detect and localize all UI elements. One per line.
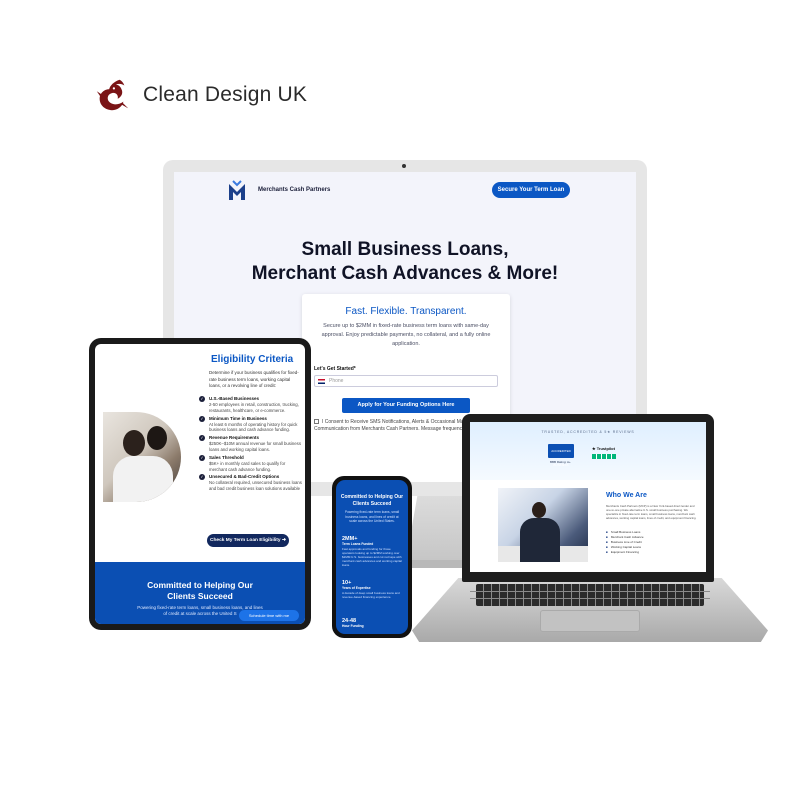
list-item: Equipment Financing bbox=[606, 550, 644, 555]
commitment-title-line-1: Committed to Helping Our bbox=[147, 580, 253, 590]
who-we-are-title: Who We Are bbox=[606, 492, 647, 499]
mcp-logo-icon bbox=[229, 180, 245, 200]
criteria-detail: $5K+ in monthly card sales to qualify fo… bbox=[209, 460, 286, 472]
criteria-detail: $250K–$10M annual revenue for small busi… bbox=[209, 441, 301, 452]
hero-headline: Small Business Loans, Merchant Cash Adva… bbox=[174, 238, 636, 286]
brand-header: Clean Design UK bbox=[93, 76, 307, 114]
headline-line-2: Merchant Cash Advances & More! bbox=[251, 263, 559, 284]
phone-placeholder: Phone bbox=[329, 378, 344, 384]
trustpilot-stars-icon bbox=[592, 454, 616, 459]
phone-title-line-1: Committed to Helping Our bbox=[340, 494, 404, 500]
check-icon: ✓ bbox=[199, 454, 205, 461]
secure-term-loan-button[interactable]: Secure Your Term Loan bbox=[492, 182, 570, 198]
laptop-lid: TRUSTED, ACCREDITED & 5★ REVIEWS ACCREDI… bbox=[462, 414, 714, 582]
arrow-right-icon: ➜ bbox=[281, 538, 286, 543]
stat-detail: Fast approvals and funding for those ope… bbox=[342, 547, 402, 567]
check-eligibility-label: Check My Term Loan Eligibility bbox=[210, 538, 281, 543]
criteria-detail: At least 6 months of operating history f… bbox=[209, 421, 298, 433]
stat-block: 10+ Years of Expertise A decade of deep … bbox=[342, 580, 404, 599]
uk-flag-icon[interactable] bbox=[318, 379, 325, 384]
check-icon: ✓ bbox=[199, 474, 205, 481]
keyboard-row-divider bbox=[470, 591, 710, 592]
trustpilot-badge[interactable]: ★ Trustpilot bbox=[592, 446, 615, 451]
eligibility-title: Eligibility Criteria bbox=[211, 354, 294, 365]
check-icon: ✓ bbox=[199, 415, 205, 422]
photo-person-head bbox=[532, 502, 546, 518]
list-item: ✓ Minimum Time in Business At least 6 mont… bbox=[199, 415, 303, 434]
list-item: ✓ Unsecured & Bad-Credit Options No collat… bbox=[199, 474, 303, 492]
camera-dot bbox=[402, 164, 406, 168]
photo-person bbox=[520, 518, 560, 562]
criteria-detail: No collateral required, unsecured busine… bbox=[209, 480, 302, 492]
bbb-badge[interactable]: ACCREDITED BUSINESS bbox=[548, 444, 574, 467]
phone-text: Powering fixed-rate term loans, small bu… bbox=[344, 510, 400, 523]
phone-input[interactable]: Phone bbox=[314, 375, 498, 387]
laptop-screen: TRUSTED, ACCREDITED & 5★ REVIEWS ACCREDI… bbox=[470, 422, 706, 572]
photo-person-head bbox=[147, 426, 167, 450]
handshake-photo bbox=[498, 488, 588, 562]
couple-photo bbox=[103, 412, 181, 502]
bbb-rating: BBB Rating: A+ bbox=[550, 460, 571, 464]
trust-band: TRUSTED, ACCREDITED & 5★ REVIEWS ACCREDI… bbox=[470, 422, 706, 480]
check-icon: ✓ bbox=[199, 396, 205, 402]
tablet-device: Eligibility Criteria Determine if your b… bbox=[89, 338, 311, 630]
stat-block: 24-48 Hour Funding bbox=[342, 618, 404, 629]
apply-button[interactable]: Apply for Your Funding Options Here bbox=[342, 398, 470, 413]
list-item: ✓ Revenue Requirements $250K–$10M annual r… bbox=[199, 435, 303, 453]
nav-brand[interactable]: Merchants Cash Partners bbox=[258, 187, 330, 193]
photo-body bbox=[113, 456, 173, 502]
phone-field-label: Let's Get Started* bbox=[314, 366, 356, 372]
consent-text: I Consent to Receive SMS Notifications, … bbox=[314, 419, 479, 432]
commitment-title: Committed to Helping Our Clients Succeed bbox=[95, 580, 305, 602]
keyboard-row-divider bbox=[470, 598, 710, 599]
consent-checkbox[interactable] bbox=[314, 419, 319, 425]
dragon-logo-icon bbox=[96, 79, 129, 111]
eligibility-intro: Determine if your business qualifies for… bbox=[209, 370, 299, 388]
mockup-stage: Clean Design UK Merchants Cash Partners … bbox=[0, 0, 810, 810]
laptop-keyboard bbox=[476, 584, 704, 606]
criteria-detail: 2-50 employees in retail, construction, … bbox=[209, 402, 299, 413]
headline-line-1: Small Business Loans, bbox=[301, 239, 509, 260]
trust-band-title: TRUSTED, ACCREDITED & 5★ REVIEWS bbox=[541, 430, 635, 434]
phone-title: Committed to Helping Our Clients Succeed bbox=[336, 494, 408, 507]
brand-name: Clean Design UK bbox=[143, 83, 308, 106]
commitment-title-line-2: Clients Succeed bbox=[167, 591, 233, 601]
card-body: Secure up to $2MM in fixed-rate business… bbox=[321, 323, 491, 347]
phone-screen: Committed to Helping Our Clients Succeed… bbox=[336, 480, 408, 634]
phone-device: Committed to Helping Our Clients Succeed… bbox=[332, 476, 412, 638]
laptop-trackpad bbox=[540, 610, 640, 632]
schedule-button[interactable]: Schedule time with me bbox=[239, 610, 299, 621]
criteria-list: ✓ U.S.-Based Businesses 2-50 employees in … bbox=[199, 396, 303, 494]
check-icon: ✓ bbox=[199, 435, 205, 442]
stat-detail: A decade of deep small business loans an… bbox=[342, 591, 400, 599]
list-item: ✓ U.S.-Based Businesses 2-50 employees in … bbox=[199, 396, 303, 414]
stat-label: Hour Funding bbox=[342, 624, 364, 628]
tablet-screen: Eligibility Criteria Determine if your b… bbox=[95, 344, 305, 624]
card-title: Fast. Flexible. Transparent. bbox=[345, 306, 467, 317]
stat-block: 2MM+ Term Loans Funded Fast approvals an… bbox=[342, 536, 404, 567]
product-list: Small Business Loans Merchant Cash Advan… bbox=[606, 530, 644, 555]
phone-title-line-2: Clients Succeed bbox=[352, 500, 392, 507]
list-item: ✓ Sales Threshold $5K+ in monthly card sal… bbox=[199, 454, 303, 473]
who-we-are-text: Merchants Cash Partners (MCP) is a New Y… bbox=[606, 504, 697, 520]
check-eligibility-button[interactable]: Check My Term Loan Eligibility ➜ bbox=[207, 534, 289, 547]
photo-person-head bbox=[123, 430, 145, 456]
